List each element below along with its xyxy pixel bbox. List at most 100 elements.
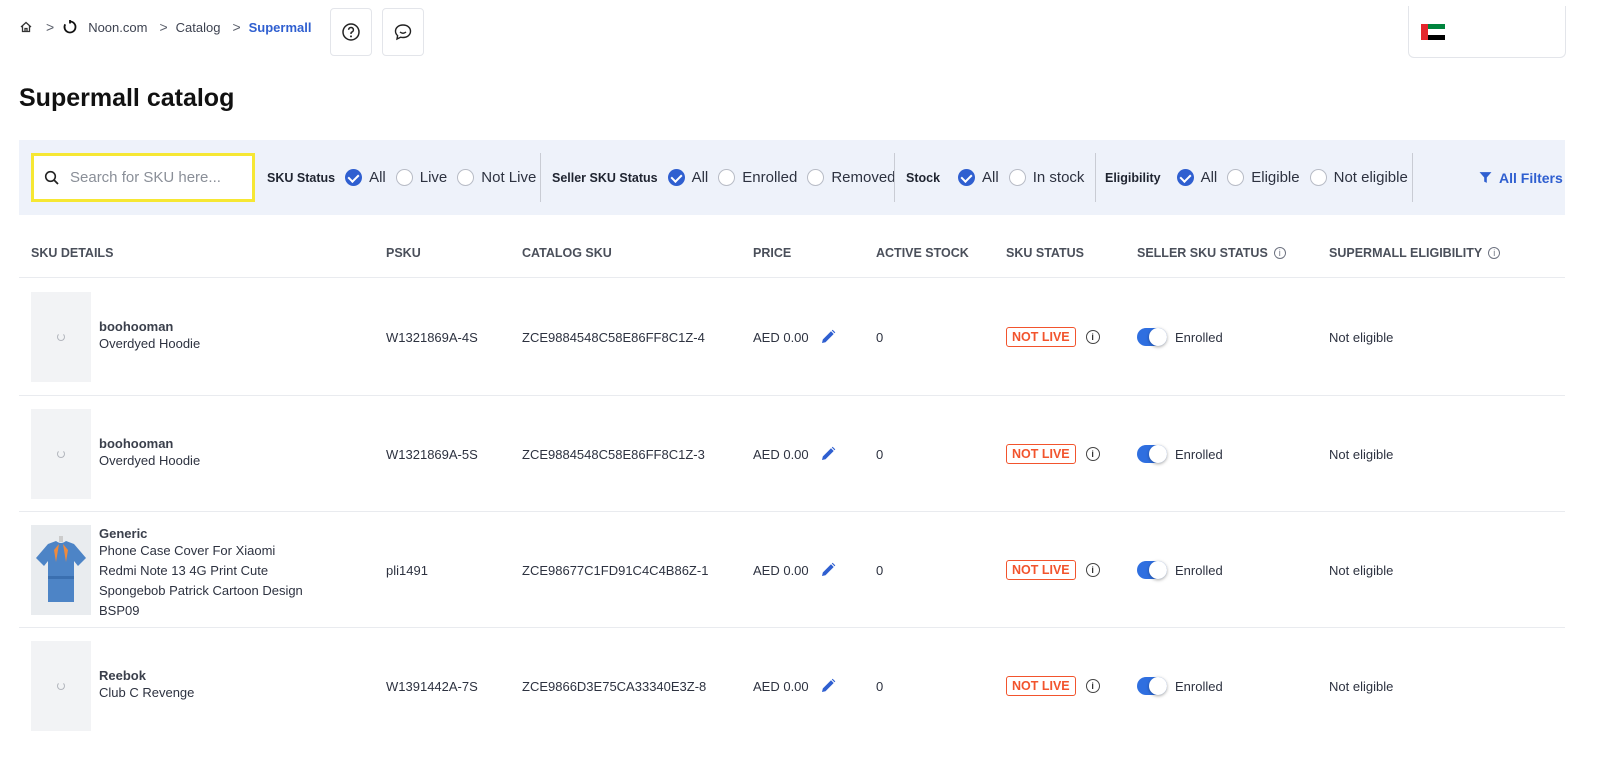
sku-status-cell: NOT LIVE i (1006, 512, 1100, 628)
product-thumbnail[interactable] (31, 525, 91, 615)
col-psku: PSKU (386, 246, 421, 260)
psku: pli1491 (386, 562, 428, 578)
pencil-icon[interactable] (819, 445, 837, 463)
seller-status-removed-option[interactable]: Removed (807, 169, 896, 186)
status-badge: NOT LIVE (1006, 444, 1076, 464)
toggle-icon[interactable] (1137, 677, 1167, 695)
product-name[interactable]: Club C Revenge (99, 683, 194, 703)
sku-status-all-option[interactable]: All (345, 169, 386, 186)
catalog-sku: ZCE9884548C58E86FF8C1Z-3 (522, 446, 705, 462)
active-stock: 0 (876, 562, 884, 578)
sku-status-live-option[interactable]: Live (395, 169, 448, 186)
info-icon[interactable]: i (1488, 247, 1501, 259)
filter-label: Seller SKU Status (552, 170, 658, 185)
seller-status-enrolled-option[interactable]: Enrolled (718, 169, 797, 186)
table-header: SKU DETAILS PSKU CATALOG SKU PRICE ACTIV… (19, 236, 1565, 278)
toggle-icon[interactable] (1137, 328, 1167, 346)
pencil-icon[interactable] (819, 561, 837, 579)
option-label: Live (419, 169, 448, 186)
spinner-icon (57, 333, 65, 341)
filter-label: Stock (906, 170, 941, 185)
col-price: PRICE (753, 246, 792, 260)
divider (540, 153, 541, 202)
spinner-icon (57, 682, 65, 690)
info-icon[interactable]: i (1085, 330, 1100, 344)
product-brand: Generic (99, 526, 148, 541)
chat-button[interactable] (382, 8, 424, 56)
eligibility-not-eligible-option[interactable]: Not eligible (1309, 169, 1408, 186)
breadcrumb-item-catalog[interactable]: Catalog (176, 20, 221, 35)
product-thumbnail[interactable] (31, 641, 91, 731)
radio-icon (718, 169, 736, 186)
divider (1095, 153, 1096, 202)
product-name[interactable]: Overdyed Hoodie (99, 451, 200, 471)
col-seller-sku-status: SELLER SKU STATUS i (1137, 246, 1286, 260)
stock-all-option[interactable]: All (958, 169, 999, 186)
toggle-icon[interactable] (1137, 445, 1167, 463)
eligibility: Not eligible (1329, 446, 1394, 462)
toggle-icon[interactable] (1137, 561, 1167, 579)
all-filters-button[interactable]: All Filters (1479, 140, 1563, 215)
product-thumbnail[interactable] (31, 409, 91, 499)
product-name[interactable]: Phone Case Cover For Xiaomi Redmi Note 1… (99, 541, 314, 621)
column-label: SELLER SKU STATUS (1137, 246, 1268, 260)
option-label: All (691, 169, 709, 186)
breadcrumb-item-noon[interactable]: Noon.com (88, 20, 147, 35)
country-selector[interactable] (1408, 6, 1566, 58)
option-label: Enrolled (742, 169, 798, 186)
info-icon[interactable]: i (1085, 447, 1100, 461)
info-icon[interactable]: i (1273, 247, 1286, 259)
pencil-icon[interactable] (819, 677, 837, 695)
col-sku-status: SKU STATUS (1006, 246, 1085, 260)
seller-status-label: Enrolled (1175, 446, 1223, 462)
check-circle-icon (345, 169, 363, 186)
sku-details: Generic Phone Case Cover For Xiaomi Redm… (99, 512, 329, 628)
seller-status-all-option[interactable]: All (667, 169, 709, 186)
psku: W1321869A-5S (386, 446, 478, 462)
stock-in-stock-option[interactable]: In stock (1008, 169, 1084, 186)
table-row[interactable]: boohooman Overdyed Hoodie W1321869A-4S Z… (19, 278, 1565, 396)
chat-icon (394, 24, 412, 41)
search-input[interactable] (70, 169, 240, 186)
price-cell: AED 0.00 (753, 628, 837, 744)
col-active-stock: ACTIVE STOCK (876, 246, 969, 260)
table-row[interactable]: Reebok Club C Revenge W1391442A-7S ZCE98… (19, 628, 1565, 759)
info-icon[interactable]: i (1085, 679, 1100, 693)
filter-label: Eligibility (1105, 170, 1161, 185)
radio-icon (1227, 169, 1245, 186)
filter-stock: Stock All In stock (906, 140, 1094, 215)
chevron-right-icon: > (46, 19, 55, 35)
check-circle-icon (667, 169, 685, 186)
eligibility-all-option[interactable]: All (1176, 169, 1217, 186)
radio-icon (457, 169, 475, 186)
home-icon[interactable] (18, 19, 34, 35)
sku-status-not-live-option[interactable]: Not Live (457, 169, 536, 186)
product-thumbnail[interactable] (31, 292, 91, 382)
table-row[interactable]: boohooman Overdyed Hoodie W1321869A-5S Z… (19, 396, 1565, 512)
search-box[interactable] (31, 153, 255, 202)
filter-eligibility: Eligibility All Eligible Not eligible (1105, 140, 1418, 215)
page-title: Supermall catalog (19, 84, 235, 112)
divider (894, 153, 895, 202)
eligibility-eligible-option[interactable]: Eligible (1227, 169, 1300, 186)
eligibility: Not eligible (1329, 562, 1394, 578)
filter-label: SKU Status (267, 170, 336, 185)
spinner-icon (63, 20, 77, 34)
price-value: AED 0.00 (753, 446, 809, 462)
status-badge: NOT LIVE (1006, 676, 1076, 696)
product-name[interactable]: Overdyed Hoodie (99, 334, 200, 354)
table-row[interactable]: Generic Phone Case Cover For Xiaomi Redm… (19, 512, 1565, 628)
seller-sku-status-cell: Enrolled (1137, 396, 1223, 512)
search-icon (44, 170, 59, 185)
seller-status-label: Enrolled (1175, 329, 1223, 345)
help-button[interactable] (330, 8, 372, 56)
pencil-icon[interactable] (819, 328, 837, 346)
option-label: Eligible (1251, 169, 1300, 186)
info-icon[interactable]: i (1085, 563, 1100, 577)
top-bar: > Noon.com > Catalog > Supermall (0, 0, 1600, 64)
divider (1412, 153, 1413, 202)
active-stock: 0 (876, 446, 884, 462)
breadcrumb-item-supermall[interactable]: Supermall (249, 20, 312, 35)
catalog-sku: ZCE98677C1FD91C4C4B86Z-1 (522, 562, 709, 578)
chevron-right-icon: > (232, 19, 241, 35)
